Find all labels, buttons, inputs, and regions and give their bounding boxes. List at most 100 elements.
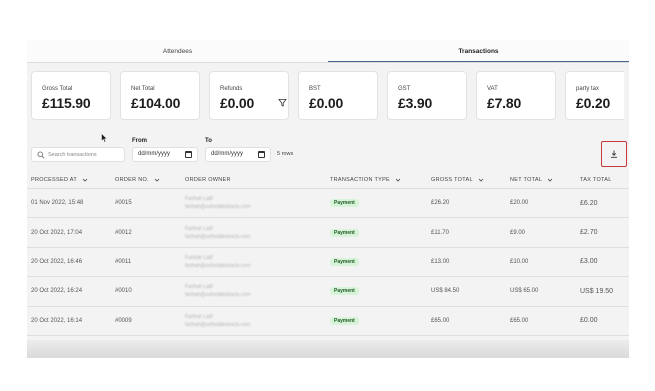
mouse-cursor-icon (101, 133, 108, 143)
calendar-icon[interactable] (258, 151, 265, 158)
net-total-cell: US$ 65.00 (510, 288, 539, 295)
calendar-icon[interactable] (185, 151, 192, 158)
download-icon (611, 150, 617, 158)
card-value: £0.20 (576, 95, 611, 111)
tab-bar: Attendees Transactions (27, 40, 629, 63)
processed-at-cell: 20 Oct 2022, 16:24 (31, 288, 83, 295)
table-header: PROCESSED AT ORDER NO. ORDER OWNER TRANS… (27, 172, 629, 189)
table-row[interactable]: 20 Oct 2022, 16:14 #0009 Farihah Latif f… (27, 306, 629, 336)
transaction-type-badge: Payment (330, 199, 359, 208)
card-party-tax: party tax £0.20 (565, 71, 624, 120)
card-gross-total: Gross Total £115.90 (31, 71, 111, 120)
row-count: 5 rows (277, 151, 294, 157)
transaction-type-badge: Payment (330, 287, 359, 296)
owner-name: Farihah Latif (185, 313, 213, 320)
tax-total-cell: £6.20 (580, 199, 598, 207)
card-value: £3.90 (398, 95, 433, 111)
tax-total-cell: US$ 19.50 (580, 287, 614, 295)
processed-at-cell: 20 Oct 2022, 17:04 (31, 229, 83, 236)
column-header-net-total[interactable]: NET TOTAL (510, 177, 553, 183)
gross-total-cell: £11.70 (431, 229, 449, 236)
table-row[interactable]: 20 Oct 2022, 16:46 #0011 Farihah Latif f… (27, 247, 629, 278)
bottom-scroll-shadow (27, 340, 629, 358)
net-total-cell: £65.00 (510, 317, 529, 324)
gross-total-cell: £65.00 (431, 317, 450, 324)
gross-total-cell: £13.00 (431, 258, 450, 265)
tax-total-cell: £2.70 (580, 229, 598, 237)
tab-attendees[interactable]: Attendees (27, 40, 328, 63)
card-label: VAT (487, 86, 498, 92)
column-header-transaction-type[interactable]: TRANSACTION TYPE (330, 177, 401, 183)
chevron-down-icon (547, 178, 553, 182)
order-owner-cell: Farihah Latif farihah@oxfordabstracts.co… (185, 195, 250, 211)
column-header-order-no[interactable]: ORDER NO. (115, 177, 160, 183)
card-value: £104.00 (131, 95, 181, 111)
net-total-cell: £9.00 (510, 229, 526, 236)
transaction-type-badge: Payment (330, 316, 359, 325)
summary-cards: Gross Total £115.90 Net Total £104.00 Re… (31, 71, 624, 120)
tax-total-cell: £3.00 (580, 258, 598, 266)
search-box[interactable] (31, 147, 125, 162)
column-header-label: ORDER OWNER (185, 177, 231, 183)
owner-name: Farihah Latif (185, 254, 213, 261)
card-label: Gross Total (42, 86, 73, 92)
card-net-total: Net Total £104.00 (120, 71, 200, 120)
to-date-value: dd/mm/yyyy (211, 151, 244, 157)
column-header-processed-at[interactable]: PROCESSED AT (31, 177, 88, 183)
column-header-order-owner: ORDER OWNER (185, 177, 231, 183)
table-row[interactable]: 20 Oct 2022, 16:24 #0010 Farihah Latif f… (27, 277, 629, 307)
order-no-cell: #0015 (115, 200, 132, 207)
card-value: £7.80 (487, 95, 522, 111)
card-refunds: Refunds £0.00 (209, 71, 289, 120)
to-label: To (205, 138, 212, 144)
owner-email: farihah@oxfordabstracts.com (185, 321, 251, 328)
search-input[interactable] (48, 149, 122, 160)
transaction-type-badge: Payment (330, 257, 359, 266)
owner-email: farihah@oxfordabstracts.com (185, 233, 251, 240)
filter-icon[interactable] (278, 98, 287, 107)
card-label: Net Total (131, 86, 155, 92)
net-total-cell: £20.00 (510, 200, 529, 207)
order-no-cell: #0012 (115, 229, 132, 236)
table-row[interactable]: 01 Nov 2022, 15:48 #0015 Farihah Latif f… (27, 189, 629, 219)
processed-at-cell: 01 Nov 2022, 15:48 (31, 200, 84, 207)
tax-total-cell: £0.00 (580, 317, 598, 325)
card-label: BST (309, 86, 321, 92)
chevron-down-icon (478, 178, 484, 182)
owner-name: Farihah Latif (185, 284, 213, 291)
tab-transactions[interactable]: Transactions (328, 40, 629, 63)
transaction-type-badge: Payment (330, 228, 359, 237)
order-owner-cell: Farihah Latif farihah@oxfordabstracts.co… (185, 225, 250, 241)
column-header-gross-total[interactable]: GROSS TOTAL (431, 177, 484, 183)
from-label: From (132, 138, 147, 144)
from-date-input[interactable]: dd/mm/yyyy (132, 147, 198, 162)
column-header-label: PROCESSED AT (31, 177, 77, 183)
chevron-down-icon (395, 178, 401, 182)
gross-total-cell: US$ 84.50 (431, 288, 460, 295)
card-label: Refunds (220, 86, 243, 92)
gross-total-cell: £26.20 (431, 200, 450, 207)
column-header-label: TRANSACTION TYPE (330, 177, 391, 183)
card-value: £115.90 (42, 95, 91, 111)
column-header-label: TAX TOTAL (580, 177, 612, 183)
owner-email: farihah@oxfordabstracts.com (185, 204, 251, 211)
tab-divider (27, 62, 629, 63)
card-bst: BST £0.00 (298, 71, 378, 120)
to-date-input[interactable]: dd/mm/yyyy (205, 147, 271, 162)
chevron-down-icon (154, 178, 160, 182)
order-no-cell: #0010 (115, 288, 132, 295)
column-header-label: GROSS TOTAL (431, 177, 473, 183)
net-total-cell: £10.00 (510, 258, 529, 265)
owner-name: Farihah Latif (185, 196, 213, 203)
chevron-down-icon (82, 178, 88, 182)
order-owner-cell: Farihah Latif farihah@oxfordabstracts.co… (185, 313, 250, 329)
processed-at-cell: 20 Oct 2022, 16:46 (31, 258, 83, 265)
card-gst: GST £3.90 (387, 71, 467, 120)
owner-email: farihah@oxfordabstracts.com (185, 292, 251, 299)
owner-name: Farihah Latif (185, 225, 213, 232)
card-label: GST (398, 86, 411, 92)
table-row[interactable]: 20 Oct 2022, 17:04 #0012 Farihah Latif f… (27, 218, 629, 248)
from-date-value: dd/mm/yyyy (138, 151, 171, 157)
download-button[interactable] (601, 141, 627, 167)
transactions-table: PROCESSED AT ORDER NO. ORDER OWNER TRANS… (27, 172, 629, 336)
